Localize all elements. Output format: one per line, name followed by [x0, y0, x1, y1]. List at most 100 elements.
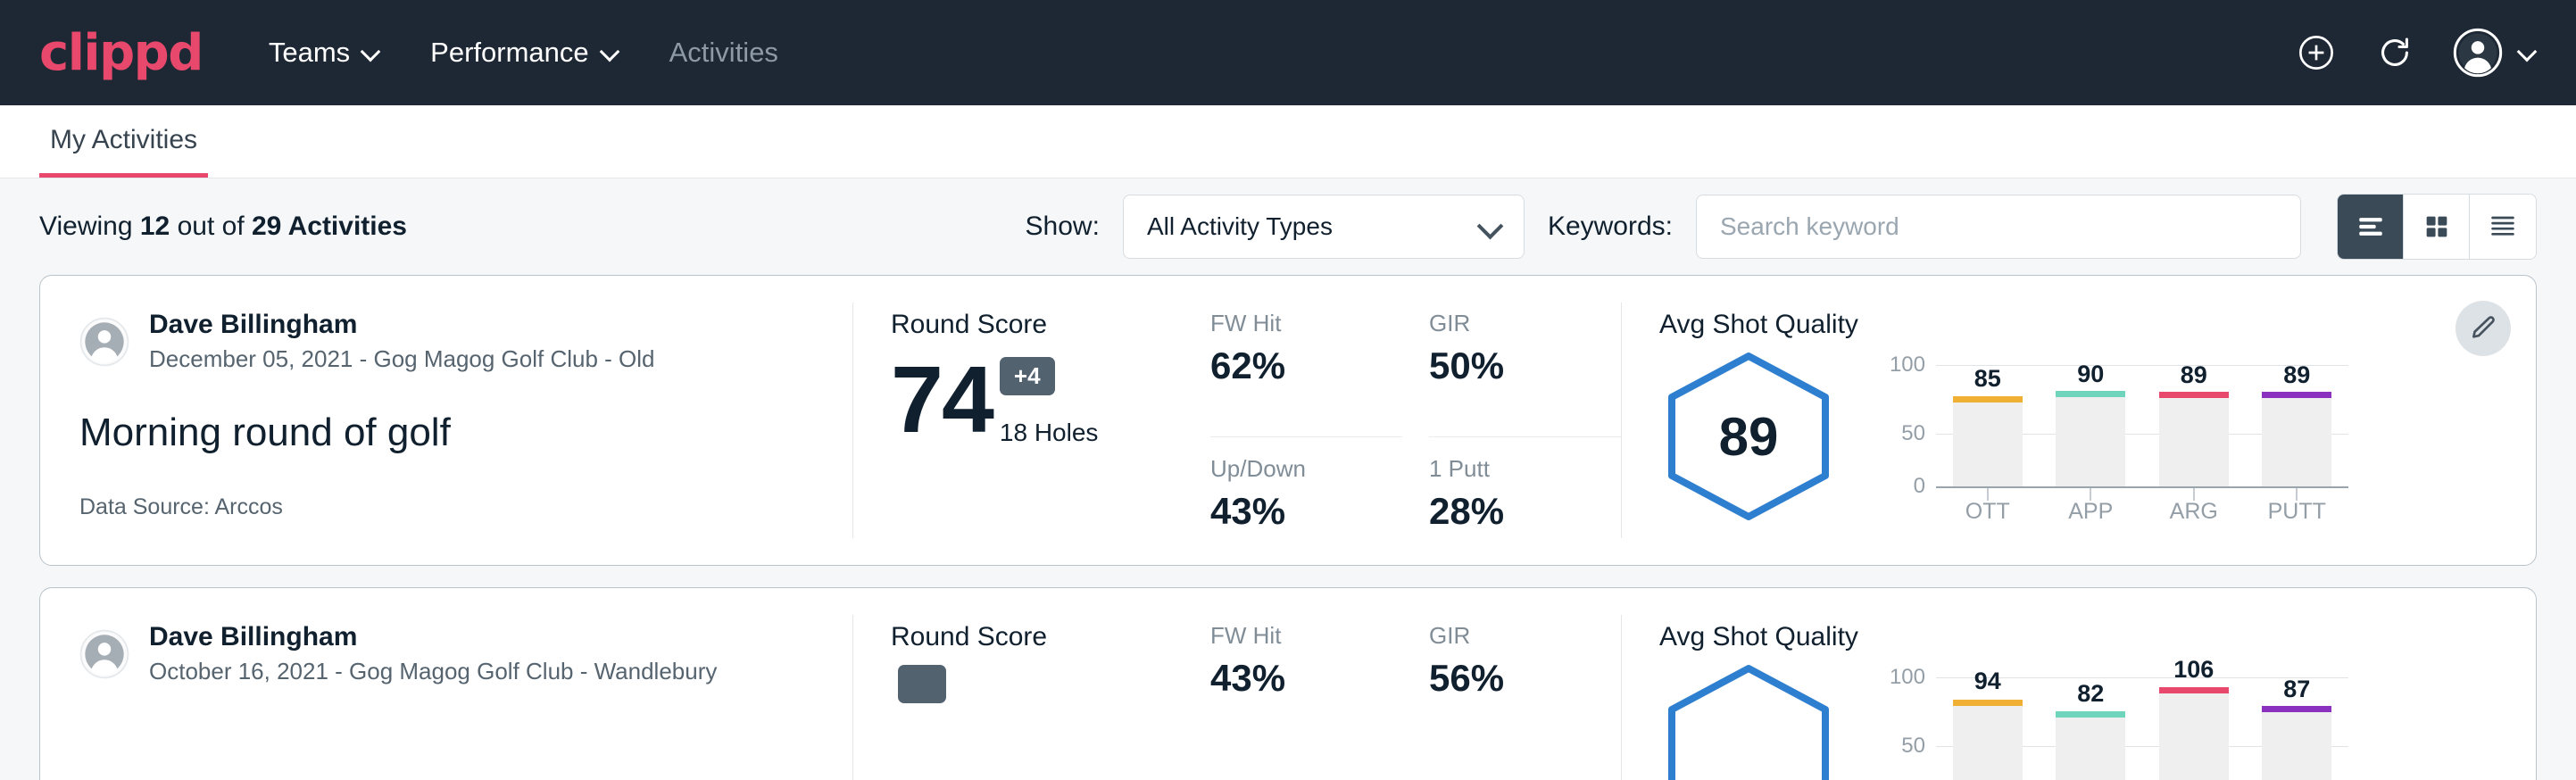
stat-up-down-label: Up/Down [1210, 455, 1375, 483]
edit-activity-button[interactable] [2456, 301, 2511, 356]
chart-plot-area: 100 50 0 85 90 [1936, 365, 2348, 486]
nav-item-performance[interactable]: Performance [430, 37, 619, 69]
stat-fw-hit: FW Hit 62% [1210, 310, 1402, 437]
y-tick-100: 100 [1890, 665, 1925, 690]
compact-view-button[interactable] [2470, 195, 2536, 259]
activity-card[interactable]: Dave Billingham October 16, 2021 - Gog M… [39, 587, 2537, 780]
avatar-icon [79, 317, 129, 367]
tab-my-activities-label: My Activities [50, 125, 197, 154]
stat-gir-value: 50% [1429, 344, 1594, 387]
nav-item-activities[interactable]: Activities [669, 37, 778, 69]
viewing-count: 12 [140, 212, 170, 241]
search-input[interactable] [1696, 195, 2301, 259]
app-logo[interactable]: clippd [39, 24, 203, 82]
bar-cap-arg [2159, 687, 2229, 693]
bar-value-putt: 89 [2262, 361, 2331, 389]
round-stats: FW Hit 43% GIR 56% [1210, 588, 1621, 780]
chart-plot-area: 100 50 0 94 82 [1936, 677, 2348, 780]
stat-fw-hit-label: FW Hit [1210, 310, 1375, 337]
player-name: Dave Billingham [149, 310, 655, 340]
chart-bars: 94 82 106 [1936, 677, 2348, 780]
bar-cap-ott [1953, 700, 2023, 706]
grid-view-button[interactable] [2404, 195, 2470, 259]
bar-value-arg: 106 [2159, 656, 2229, 684]
round-score-value: 74 [891, 353, 993, 447]
bar-arg: 106 [2159, 677, 2229, 780]
hexagon-icon [1659, 661, 1838, 780]
bar-value-app: 90 [2056, 361, 2125, 388]
activity-summary: Dave Billingham October 16, 2021 - Gog M… [40, 588, 852, 780]
bar-cap-ott [1953, 396, 2023, 402]
refresh-icon[interactable] [2374, 32, 2415, 73]
avg-shot-quality-section: Avg Shot Quality 100 50 0 94 [1622, 588, 2536, 780]
activity-card[interactable]: Dave Billingham December 05, 2021 - Gog … [39, 275, 2537, 566]
player-header: Dave Billingham October 16, 2021 - Gog M… [79, 622, 813, 685]
avatar-icon [2453, 28, 2503, 78]
activity-meta: October 16, 2021 - Gog Magog Golf Club -… [149, 658, 717, 685]
data-source: Data Source: Arccos [79, 494, 813, 520]
viewing-summary: Viewing 12 out of 29 Activities [39, 212, 407, 242]
avatar[interactable] [2453, 28, 2537, 78]
x-label-putt: PUTT [2262, 499, 2331, 525]
viewing-middle: out of [178, 212, 245, 241]
chevron-down-icon [602, 44, 619, 62]
round-score-label: Round Score [891, 310, 1210, 340]
viewing-total: 29 Activities [252, 212, 407, 241]
tab-my-activities[interactable]: My Activities [39, 125, 208, 178]
stat-fw-hit: FW Hit 43% [1210, 622, 1402, 780]
activity-meta: December 05, 2021 - Gog Magog Golf Club … [149, 345, 655, 373]
top-navbar: clippd Teams Performance Activities [0, 0, 2576, 105]
player-header: Dave Billingham December 05, 2021 - Gog … [79, 310, 813, 373]
stat-fw-hit-value: 62% [1210, 344, 1375, 387]
pencil-icon [2469, 314, 2497, 343]
navbar-actions [2296, 28, 2537, 78]
bar-cap-arg [2159, 392, 2229, 398]
y-tick-50: 50 [1901, 734, 1925, 759]
nav-item-teams[interactable]: Teams [269, 37, 380, 69]
nav-item-activities-label: Activities [669, 37, 778, 69]
y-tick-50: 50 [1901, 421, 1925, 446]
primary-nav: Teams Performance Activities [269, 37, 778, 69]
score-differential-badge: +4 [1000, 357, 1055, 395]
chart-bars: 85 90 89 [1936, 365, 2348, 486]
x-label-arg: ARG [2159, 499, 2229, 525]
shot-quality-bar-chart: 100 50 0 94 82 [1884, 677, 2348, 780]
bar-value-app: 82 [2056, 680, 2125, 708]
stat-up-down-value: 43% [1210, 490, 1375, 533]
stat-gir: GIR 50% [1429, 310, 1621, 437]
grid-view-icon [2422, 212, 2452, 242]
bar-cap-app [2056, 391, 2125, 397]
bar-putt: 87 [2262, 677, 2331, 780]
tab-bar: My Activities [0, 105, 2576, 178]
stat-gir-label: GIR [1429, 310, 1594, 337]
plus-circle-icon[interactable] [2296, 32, 2337, 73]
bar-app: 82 [2056, 677, 2125, 780]
viewing-prefix: Viewing [39, 212, 133, 241]
activity-summary: Dave Billingham December 05, 2021 - Gog … [40, 276, 852, 565]
player-name: Dave Billingham [149, 622, 717, 652]
chevron-down-icon [1481, 217, 1500, 236]
bar-value-ott: 94 [1953, 668, 2023, 695]
avg-shot-quality-section: Avg Shot Quality 89 100 50 0 8 [1622, 276, 2536, 565]
chart-x-labels: OTT APP ARG PUTT [1936, 499, 2348, 525]
bar-cap-app [2056, 711, 2125, 718]
avg-shot-quality-label: Avg Shot Quality [1659, 622, 2497, 652]
nav-item-performance-label: Performance [430, 37, 588, 69]
round-stats: FW Hit 62% GIR 50% Up/Down 43% 1 Putt 28… [1210, 276, 1621, 565]
filter-bar: Viewing 12 out of 29 Activities Show: Al… [0, 178, 2576, 275]
stat-gir-value: 56% [1429, 657, 1594, 700]
bar-cap-putt [2262, 706, 2331, 712]
bar-value-putt: 87 [2262, 676, 2331, 703]
stat-gir-label: GIR [1429, 622, 1594, 650]
holes-label: 18 Holes [1000, 419, 1099, 447]
activity-title: Morning round of golf [79, 411, 813, 455]
list-view-button[interactable] [2338, 195, 2404, 259]
stat-up-down: Up/Down 43% [1210, 437, 1402, 566]
round-score-section: Round Score 74 +4 18 Holes [853, 276, 1210, 565]
activity-type-select[interactable]: All Activity Types [1123, 195, 1525, 259]
avg-shot-quality-label: Avg Shot Quality [1659, 310, 2497, 340]
score-differential-badge [898, 665, 946, 703]
shot-quality-bar-chart: 100 50 0 85 90 [1884, 365, 2348, 535]
stat-1-putt-value: 28% [1429, 490, 1594, 533]
filter-controls: Show: All Activity Types Keywords: [1026, 194, 2537, 260]
